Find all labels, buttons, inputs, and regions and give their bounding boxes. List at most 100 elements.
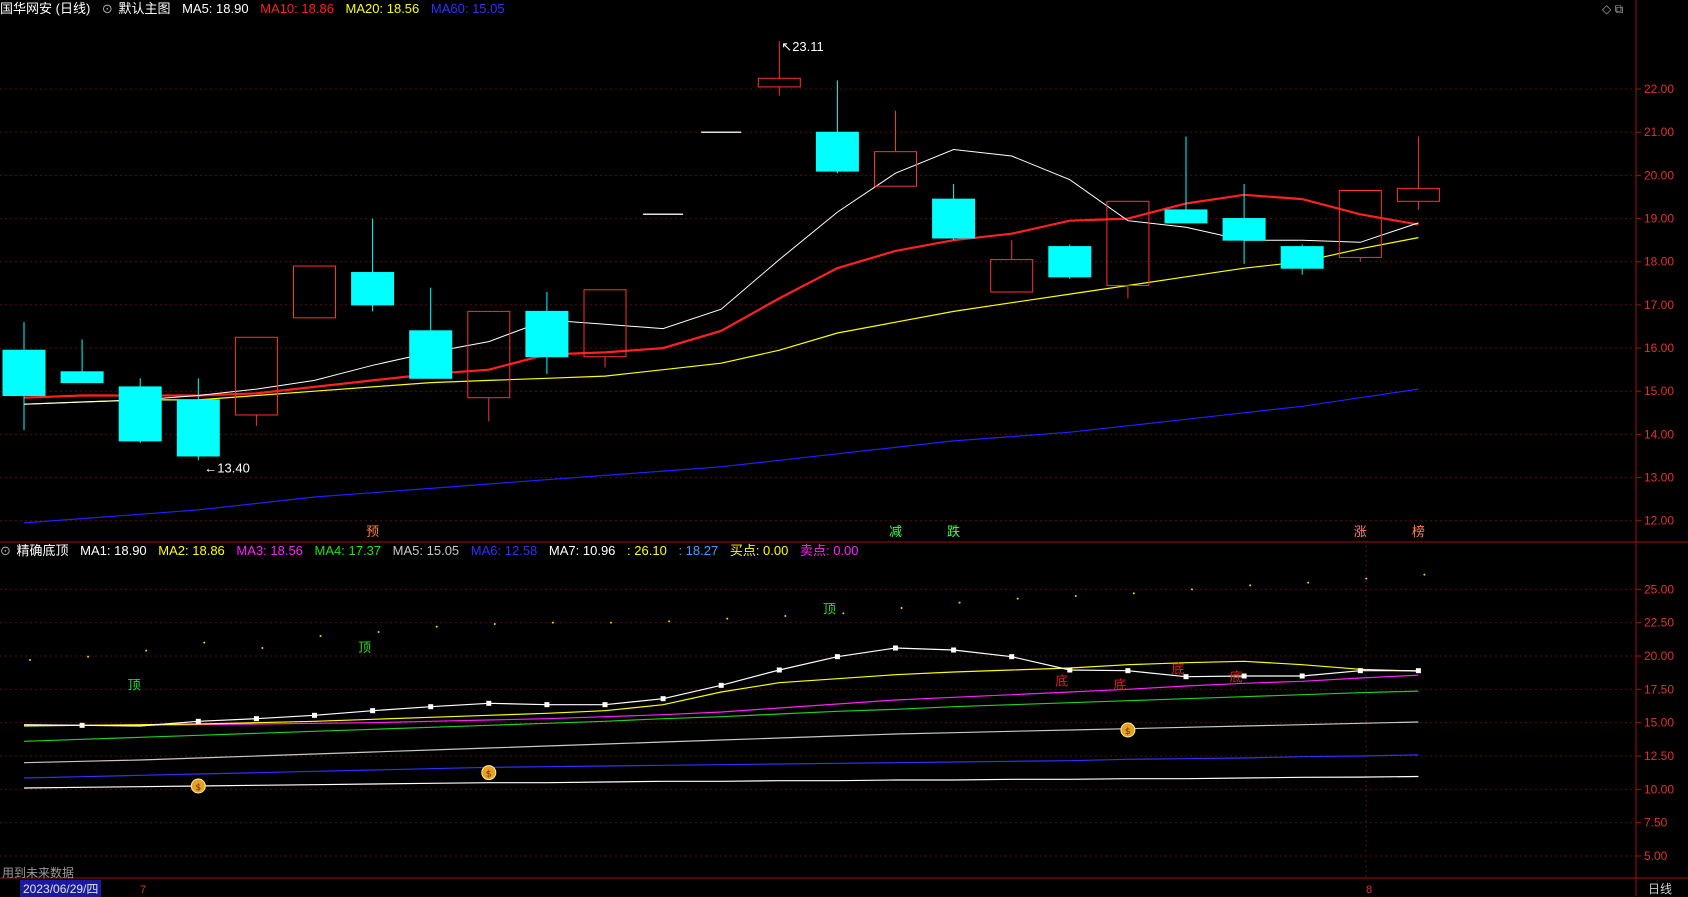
indicator-dropdown-icon[interactable]: ⊙ xyxy=(102,1,113,16)
candle xyxy=(60,339,104,384)
sub-ma1-point xyxy=(253,716,259,722)
restore-icon[interactable]: ⧉ xyxy=(1615,2,1624,16)
period-label[interactable]: 日线 xyxy=(1648,880,1672,897)
candle xyxy=(525,291,569,374)
bottom-signal-marker: 底 xyxy=(1171,661,1184,677)
yellow-dot-point xyxy=(145,649,148,652)
price-tick-label: 21.00 xyxy=(1644,125,1674,139)
yellow-dot-point xyxy=(610,621,612,624)
yellow-dot-point xyxy=(1074,595,1077,597)
sub-tick-label: 20.00 xyxy=(1644,649,1674,663)
top-signal-marker: 顶 xyxy=(358,641,371,656)
ma20-line xyxy=(23,237,1419,405)
price-tick-label: 17.00 xyxy=(1644,298,1674,312)
sub-ma1-point xyxy=(660,696,666,702)
sub-indicator-dropdown-icon[interactable]: ⊙ xyxy=(0,543,11,558)
candle xyxy=(2,322,46,431)
sub-tick-label: 10.00 xyxy=(1644,782,1674,796)
price-tick-label: 14.00 xyxy=(1644,427,1674,441)
future-data-note: 用到未来数据 xyxy=(2,866,75,880)
candle-body-down xyxy=(932,198,976,239)
sub-ma1-point xyxy=(370,708,376,714)
price-tick-label: 16.00 xyxy=(1644,341,1674,355)
buy-point-label: 买点: 0.00 xyxy=(729,543,789,558)
bottom-signal-marker: 底 xyxy=(1230,669,1243,685)
candle xyxy=(409,287,453,379)
stock-title[interactable]: 国华网安 (日线) xyxy=(0,1,90,16)
candle xyxy=(583,289,627,368)
ma10-line xyxy=(23,193,1419,399)
sub-ma5-label: MA5: 15.05 xyxy=(392,543,460,558)
yellow-dot-point xyxy=(1365,577,1368,580)
top-signal-marker: 顶 xyxy=(823,602,836,617)
candle xyxy=(351,218,395,312)
candle-body-up xyxy=(234,336,278,416)
candle xyxy=(990,240,1034,293)
money-bag-icon: $ xyxy=(190,778,206,794)
yellow-dot-point xyxy=(1132,592,1135,595)
main-indicator-name[interactable]: 默认主图 xyxy=(118,1,170,16)
candle-body-down xyxy=(815,131,859,172)
candle-body-up xyxy=(757,77,801,88)
sub-indicator-name[interactable]: 精确底顶 xyxy=(17,543,69,558)
sub-tick-label: 22.50 xyxy=(1644,616,1674,630)
yellow-dot-point xyxy=(958,601,961,604)
yellow-dot-point xyxy=(435,625,438,628)
sub-tick-label: 25.00 xyxy=(1644,582,1674,596)
money-bag-icon: $ xyxy=(1120,722,1136,738)
sub-value-1: : 26.10 xyxy=(627,543,667,558)
sub-ma7-label: MA7: 10.96 xyxy=(548,543,616,558)
yellow-dot-point xyxy=(261,647,264,649)
price-tick-label: 22.00 xyxy=(1644,82,1674,96)
yellow-dot-point xyxy=(842,612,845,615)
candle xyxy=(932,184,976,241)
price-tick-label: 18.00 xyxy=(1644,255,1674,269)
signal-label: 榜 xyxy=(1412,524,1425,540)
yellow-dot-point xyxy=(668,620,671,623)
ma20-label: MA20: 18.56 xyxy=(345,1,420,16)
candle-body-down xyxy=(176,399,220,457)
sub-ma1-point xyxy=(195,718,201,724)
candlestick-series[interactable] xyxy=(2,41,1440,461)
diamond-icon[interactable]: ◇ xyxy=(1602,2,1611,16)
ma60-label: MA60: 15.05 xyxy=(430,1,505,16)
sub-ma1-point xyxy=(1009,654,1015,660)
candle-body-down xyxy=(1164,209,1208,224)
sub-tick-label: 5.00 xyxy=(1644,849,1668,863)
yellow-dot-point xyxy=(551,621,554,624)
candle xyxy=(1338,190,1382,262)
sub-ma1-point xyxy=(834,654,840,660)
price-tick-label: 20.00 xyxy=(1644,168,1674,182)
sub-ma1-point xyxy=(718,682,724,688)
yellow-dot-point xyxy=(377,631,380,633)
money-bag-symbol: $ xyxy=(195,783,201,793)
candle-body-up xyxy=(1338,190,1382,258)
sub-ma6-label: MA6: 12.58 xyxy=(470,543,538,558)
sub-value-2: : 18.27 xyxy=(678,543,719,558)
sub-indicator-axis: 5.00 7.50 10.00 12.50 15.00 17.50 20.00 22.50 25… xyxy=(1636,582,1674,863)
signal-label: 涨 xyxy=(1354,525,1367,540)
cursor-date-label: 2023/06/29/四 xyxy=(20,880,102,897)
stock-chart-canvas[interactable]: 7 8 12.00 13.00 14.00 15.00 16.00 17.00 18.00 19… xyxy=(0,0,1688,896)
yellow-dot-point xyxy=(1191,588,1193,591)
candle-body-up xyxy=(467,310,511,399)
main-price-axis: 12.00 13.00 14.00 15.00 16.00 17.00 18.00 19.00… xyxy=(1636,82,1674,528)
sub-ma1-label: MA1: 18.90 xyxy=(80,543,147,558)
sub-indicator-lines xyxy=(23,645,1421,789)
sub-ma1-point xyxy=(486,700,492,706)
sub-tick-label: 15.00 xyxy=(1644,716,1674,730)
price-tick-label: 19.00 xyxy=(1644,212,1674,226)
sub-ma1-point xyxy=(893,645,898,651)
candle-body-down xyxy=(525,310,569,358)
bottom-signal-marker: 底 xyxy=(1055,673,1068,689)
candle xyxy=(1280,244,1324,275)
sub-chart-header: ⊙ 精确底顶 MA1: 18.90 MA2: 18.86 MA3: 18.56 … xyxy=(0,542,867,560)
price-annotations: ↖23.11 ←13.40 xyxy=(204,39,823,475)
yellow-dot-point xyxy=(203,641,206,644)
yellow-dot-point xyxy=(1016,597,1019,600)
candle xyxy=(1048,244,1092,279)
yellow-dot-point xyxy=(29,659,31,661)
high-price-annotation: ↖23.11 xyxy=(781,39,823,54)
sub-ma7-line xyxy=(23,775,1419,789)
candle xyxy=(1164,136,1208,224)
